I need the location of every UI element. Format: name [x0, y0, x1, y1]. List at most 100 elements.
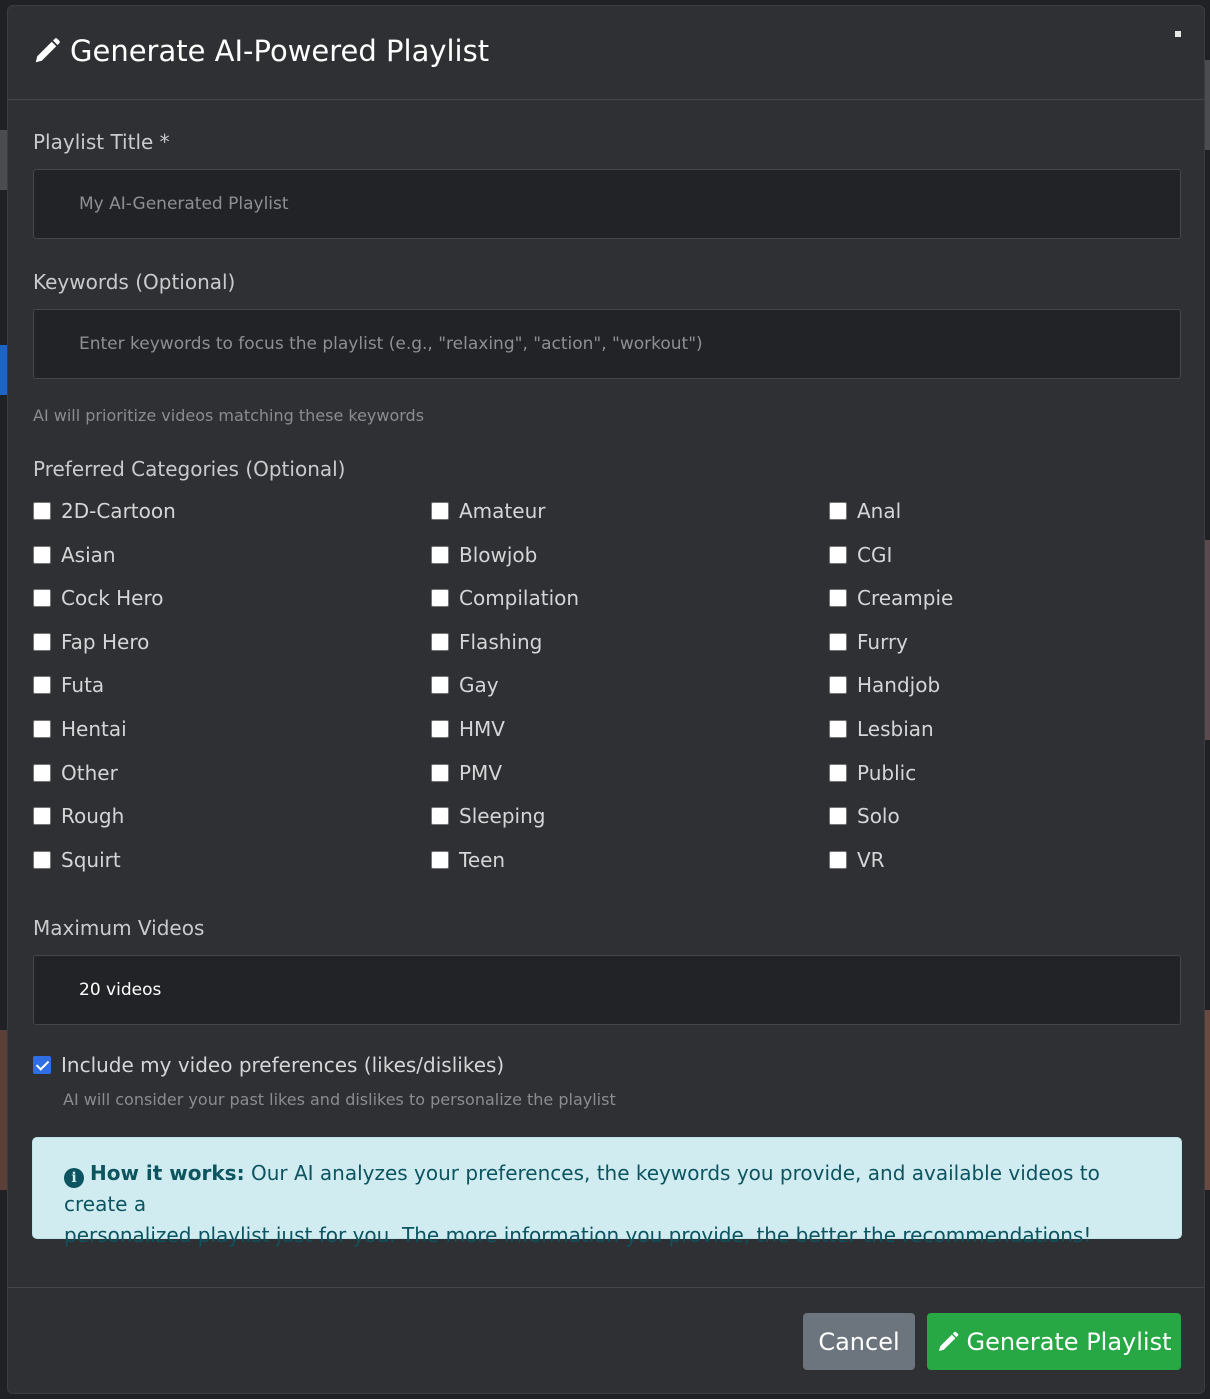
- category-checkbox[interactable]: [829, 807, 847, 825]
- category-checkbox[interactable]: [829, 851, 847, 869]
- generate-playlist-button[interactable]: Generate Playlist: [927, 1313, 1181, 1370]
- category-checkbox-item[interactable]: Fap Hero: [33, 630, 149, 654]
- pencil-icon: [939, 1331, 959, 1351]
- category-checkbox-item[interactable]: Furry: [829, 630, 908, 654]
- category-checkbox[interactable]: [431, 589, 449, 607]
- category-checkbox-item[interactable]: PMV: [431, 761, 502, 785]
- category-label: Creampie: [857, 586, 954, 610]
- preferences-checkbox-row[interactable]: Include my video preferences (likes/disl…: [33, 1053, 504, 1077]
- category-checkbox[interactable]: [829, 589, 847, 607]
- categories-label: Preferred Categories (Optional): [33, 457, 346, 481]
- category-label: Solo: [857, 804, 900, 828]
- category-checkbox-item[interactable]: Public: [829, 761, 916, 785]
- category-checkbox[interactable]: [431, 720, 449, 738]
- max-videos-select[interactable]: 20 videos: [33, 955, 1181, 1025]
- category-label: HMV: [459, 717, 505, 741]
- category-label: Asian: [61, 543, 116, 567]
- category-label: Furry: [857, 630, 909, 654]
- category-checkbox[interactable]: [431, 502, 449, 520]
- category-label: Fap Hero: [61, 630, 150, 654]
- playlist-title-label: Playlist Title *: [33, 130, 170, 154]
- backdrop-panel-right: [1205, 1010, 1210, 1190]
- category-checkbox-item[interactable]: Teen: [431, 848, 505, 872]
- category-checkbox-item[interactable]: Amateur: [431, 499, 545, 523]
- category-checkbox[interactable]: [33, 720, 51, 738]
- category-checkbox-item[interactable]: Asian: [33, 543, 116, 567]
- category-checkbox-item[interactable]: Gay: [431, 673, 499, 697]
- category-label: Sleeping: [459, 804, 546, 828]
- category-checkbox-item[interactable]: Other: [33, 761, 118, 785]
- category-checkbox[interactable]: [431, 546, 449, 564]
- category-label: Flashing: [459, 630, 543, 654]
- category-label: Hentai: [61, 717, 127, 741]
- info-text-line2: personalized playlist just for you. The …: [64, 1223, 1092, 1247]
- category-checkbox-item[interactable]: Cock Hero: [33, 586, 164, 610]
- category-checkbox-item[interactable]: VR: [829, 848, 885, 872]
- keywords-input[interactable]: [33, 309, 1181, 379]
- category-label: Amateur: [459, 499, 546, 523]
- category-checkbox-item[interactable]: Creampie: [829, 586, 953, 610]
- pencil-icon: [35, 38, 60, 63]
- backdrop-panel-left: [0, 1030, 7, 1190]
- category-checkbox[interactable]: [829, 764, 847, 782]
- category-checkbox-item[interactable]: Flashing: [431, 630, 542, 654]
- category-checkbox[interactable]: [431, 807, 449, 825]
- category-label: VR: [857, 848, 885, 872]
- category-label: Lesbian: [857, 717, 934, 741]
- category-checkbox[interactable]: [829, 720, 847, 738]
- keywords-label: Keywords (Optional): [33, 270, 236, 294]
- category-checkbox[interactable]: [431, 764, 449, 782]
- preferences-help-text: AI will consider your past likes and dis…: [63, 1090, 616, 1109]
- category-checkbox-item[interactable]: Handjob: [829, 673, 940, 697]
- category-label: Compilation: [459, 586, 580, 610]
- category-checkbox-item[interactable]: Sleeping: [431, 804, 545, 828]
- category-checkbox-item[interactable]: Anal: [829, 499, 901, 523]
- modal-title-text: Generate AI-Powered Playlist: [70, 34, 490, 68]
- category-label: Public: [857, 761, 917, 785]
- category-label: 2D-Cartoon: [61, 499, 176, 523]
- category-checkbox[interactable]: [33, 764, 51, 782]
- category-label: Squirt: [61, 848, 121, 872]
- modal-title: Generate AI-Powered Playlist: [32, 34, 489, 68]
- category-checkbox[interactable]: [829, 502, 847, 520]
- category-checkbox[interactable]: [431, 676, 449, 694]
- backdrop-panel-left: [0, 345, 7, 395]
- keywords-help-text: AI will prioritize videos matching these…: [33, 406, 425, 425]
- category-checkbox-item[interactable]: Lesbian: [829, 717, 934, 741]
- category-checkbox[interactable]: [829, 546, 847, 564]
- info-icon: i: [64, 1168, 84, 1188]
- category-checkbox-item[interactable]: HMV: [431, 717, 505, 741]
- category-checkbox[interactable]: [33, 633, 51, 651]
- modal-footer: Cancel Generate Playlist: [8, 1287, 1204, 1393]
- generate-button-label: Generate Playlist: [966, 1327, 1172, 1356]
- category-checkbox-item[interactable]: Solo: [829, 804, 900, 828]
- cancel-button[interactable]: Cancel: [803, 1313, 915, 1370]
- category-label: Rough: [61, 804, 125, 828]
- category-checkbox[interactable]: [33, 676, 51, 694]
- category-checkbox-item[interactable]: Blowjob: [431, 543, 537, 567]
- category-checkbox[interactable]: [33, 546, 51, 564]
- category-checkbox-item[interactable]: Rough: [33, 804, 124, 828]
- close-icon[interactable]: [1175, 31, 1181, 37]
- category-checkbox[interactable]: [33, 851, 51, 869]
- category-checkbox[interactable]: [33, 807, 51, 825]
- playlist-title-input[interactable]: [33, 169, 1181, 239]
- category-label: Blowjob: [459, 543, 538, 567]
- category-checkbox[interactable]: [431, 633, 449, 651]
- category-checkbox[interactable]: [829, 676, 847, 694]
- category-label: Teen: [459, 848, 506, 872]
- category-checkbox[interactable]: [431, 851, 449, 869]
- category-checkbox-item[interactable]: CGI: [829, 543, 892, 567]
- playlist-modal: Generate AI-Powered Playlist Playlist Ti…: [7, 5, 1205, 1394]
- category-checkbox-item[interactable]: Futa: [33, 673, 104, 697]
- backdrop-panel-left: [0, 130, 7, 190]
- category-checkbox[interactable]: [829, 633, 847, 651]
- category-checkbox-item[interactable]: Hentai: [33, 717, 127, 741]
- category-checkbox-item[interactable]: Squirt: [33, 848, 121, 872]
- category-checkbox[interactable]: [33, 502, 51, 520]
- category-label: Anal: [857, 499, 902, 523]
- preferences-checkbox[interactable]: [33, 1056, 51, 1074]
- category-checkbox-item[interactable]: 2D-Cartoon: [33, 499, 176, 523]
- category-checkbox-item[interactable]: Compilation: [431, 586, 579, 610]
- category-checkbox[interactable]: [33, 589, 51, 607]
